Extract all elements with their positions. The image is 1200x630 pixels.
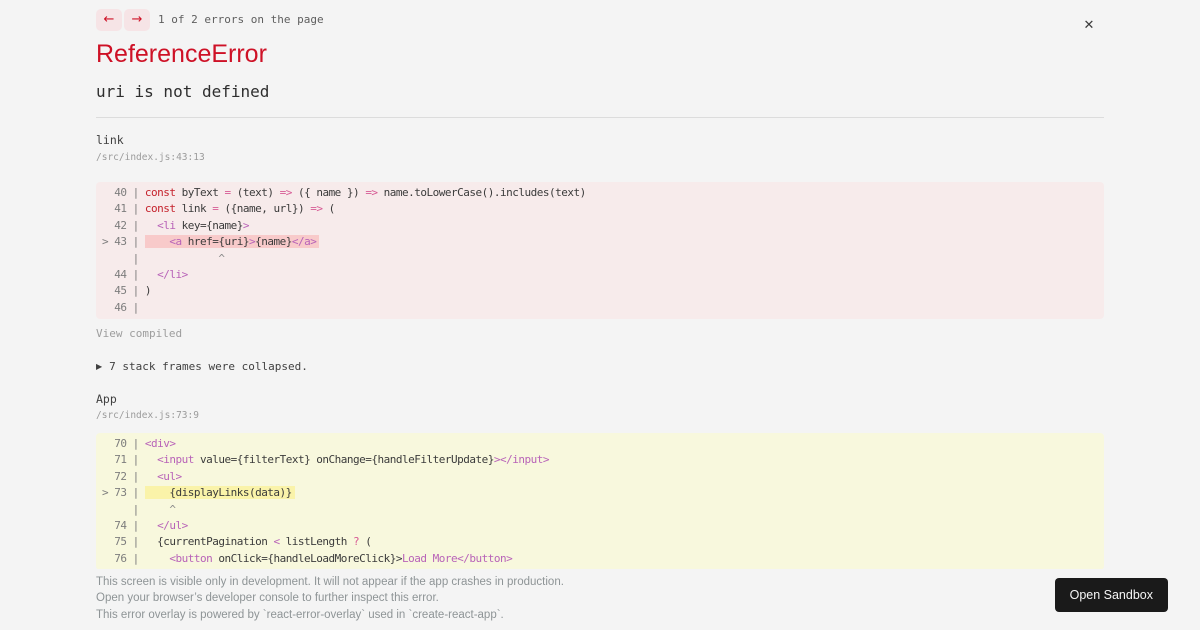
view-compiled-link[interactable]: View compiled bbox=[96, 327, 182, 340]
expand-triangle-icon: ▶ bbox=[96, 362, 103, 371]
right-arrow-icon: → bbox=[131, 12, 143, 27]
stack-frame-source-location: /src/index.js:43:13 bbox=[96, 152, 205, 163]
stack-frame-function-name: App bbox=[96, 392, 117, 406]
open-sandbox-button[interactable]: Open Sandbox bbox=[1054, 578, 1168, 612]
code-frame-error: 40 | const byText = (text) => ({ name })… bbox=[96, 182, 1104, 319]
react-error-overlay: ← → 1 of 2 errors on the page ✕ Referenc… bbox=[0, 0, 1200, 630]
error-type-heading: ReferenceError bbox=[96, 40, 267, 68]
next-error-button[interactable]: → bbox=[124, 9, 150, 31]
footer-note-powered-by: This error overlay is powered by `react-… bbox=[96, 609, 504, 621]
close-overlay-button[interactable]: ✕ bbox=[1078, 14, 1100, 36]
close-icon: ✕ bbox=[1083, 17, 1095, 33]
divider bbox=[96, 117, 1104, 118]
left-arrow-icon: ← bbox=[103, 12, 115, 27]
previous-error-button[interactable]: ← bbox=[96, 9, 122, 31]
footer: This screen is visible only in developme… bbox=[0, 569, 1200, 630]
stack-frame-source-location: /src/index.js:73:9 bbox=[96, 410, 199, 421]
error-message: uri is not defined bbox=[96, 82, 270, 101]
error-counter: 1 of 2 errors on the page bbox=[158, 13, 324, 26]
code-frame-app: 70 | <div> 71 | <input value={filterText… bbox=[96, 433, 1104, 570]
footer-note-console: Open your browser’s developer console to… bbox=[96, 592, 439, 604]
collapsed-stack-frames-toggle[interactable]: ▶ 7 stack frames were collapsed. bbox=[96, 360, 308, 373]
collapsed-stack-frames-label: 7 stack frames were collapsed. bbox=[109, 360, 308, 373]
stack-frame-function-name: link bbox=[96, 133, 124, 147]
footer-note-development: This screen is visible only in developme… bbox=[96, 576, 564, 588]
